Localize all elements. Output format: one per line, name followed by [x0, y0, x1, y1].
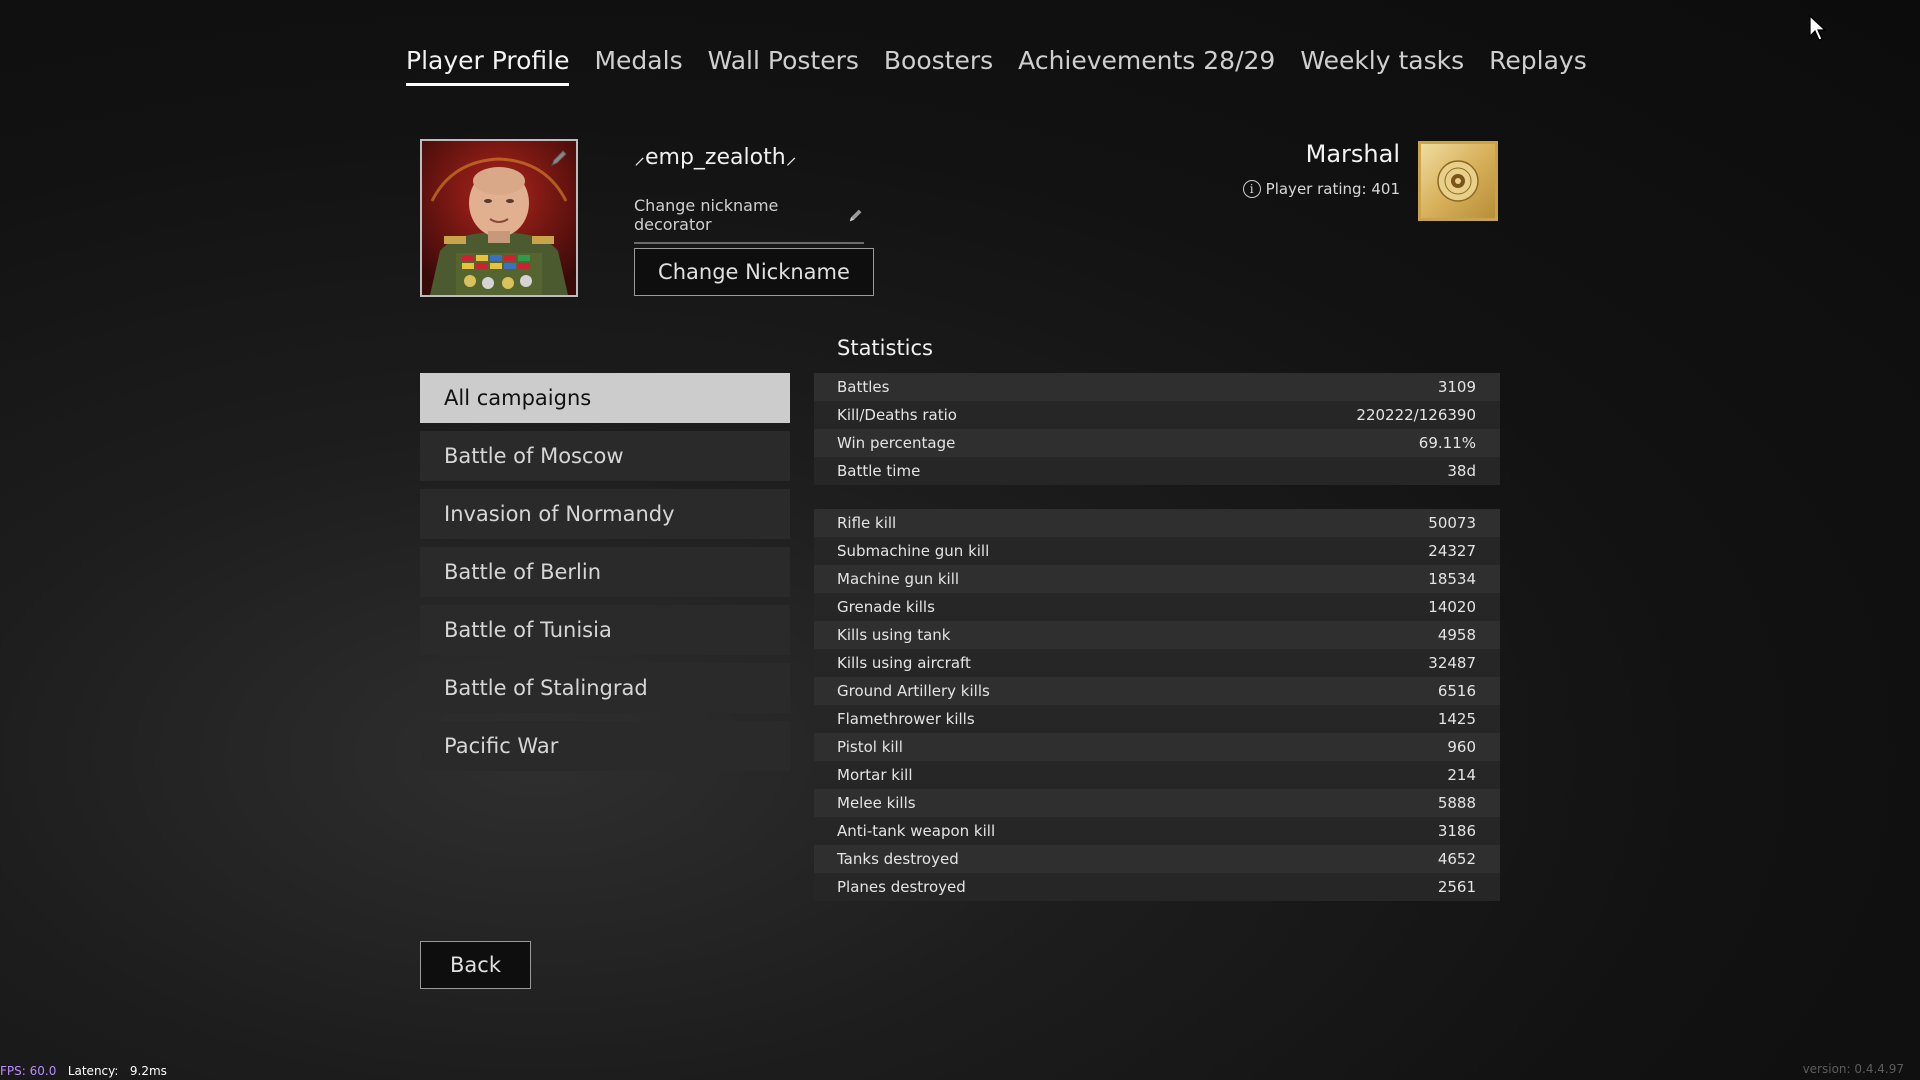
table-row: Anti-tank weapon kill 3186 [814, 817, 1500, 845]
table-row: Mortar kill 214 [814, 761, 1500, 789]
stat-value: 220222/126390 [1356, 406, 1476, 424]
stat-value: 18534 [1428, 570, 1476, 588]
stat-label: Battles [837, 378, 890, 396]
stat-label: Submachine gun kill [837, 542, 990, 560]
campaign-list: All campaigns Battle of Moscow Invasion … [420, 373, 790, 779]
tab-replays[interactable]: Replays [1489, 46, 1587, 86]
stat-value: 50073 [1428, 514, 1476, 532]
campaign-berlin[interactable]: Battle of Berlin [420, 547, 790, 597]
rank-title: Marshal [1305, 140, 1400, 168]
performance-overlay: FPS: 60.0 Latency: 9.2ms [0, 1064, 167, 1078]
stat-value: 24327 [1428, 542, 1476, 560]
stat-label: Planes destroyed [837, 878, 966, 896]
change-nickname-button[interactable]: Change Nickname [634, 248, 874, 296]
tab-player-profile[interactable]: Player Profile [406, 46, 570, 86]
table-row: Kills using aircraft 32487 [814, 649, 1500, 677]
stat-label: Melee kills [837, 794, 916, 812]
stat-label: Flamethrower kills [837, 710, 975, 728]
stat-label: Kill/Deaths ratio [837, 406, 957, 424]
stat-label: Pistol kill [837, 738, 903, 756]
change-nickname-decorator-link[interactable]: Change nickname decorator [634, 196, 864, 244]
info-icon[interactable]: i [1242, 180, 1261, 198]
tab-boosters[interactable]: Boosters [884, 46, 993, 86]
stat-label: Grenade kills [837, 598, 935, 616]
general-stats-table: Battles 3109 Kill/Deaths ratio 220222/1263… [814, 373, 1500, 485]
stat-value: 3186 [1437, 822, 1476, 840]
tab-weekly-tasks[interactable]: Weekly tasks [1300, 46, 1464, 86]
campaign-moscow[interactable]: Battle of Moscow [420, 431, 790, 481]
tab-medals[interactable]: Medals [594, 46, 682, 86]
stat-label: Kills using aircraft [837, 654, 971, 672]
stat-value: 2561 [1437, 878, 1476, 896]
kill-stats-table: Rifle kill 50073 Submachine gun kill 24327… [814, 509, 1500, 901]
player-nickname: ⸝emp_zealoth⸝ [634, 145, 797, 170]
tab-achievements[interactable]: Achievements 28/29 [1018, 46, 1275, 86]
stat-value: 69.11% [1418, 434, 1476, 452]
stat-value: 6516 [1437, 682, 1476, 700]
stat-value: 14020 [1428, 598, 1476, 616]
campaign-tunisia[interactable]: Battle of Tunisia [420, 605, 790, 655]
latency-value: 9.2ms [129, 1064, 167, 1078]
stat-value: 5888 [1437, 794, 1476, 812]
pencil-icon [849, 209, 862, 222]
stat-label: Mortar kill [837, 766, 913, 784]
campaign-pacific[interactable]: Pacific War [420, 721, 790, 771]
stat-label: Anti-tank weapon kill [837, 822, 996, 840]
stat-label: Kills using tank [837, 626, 951, 644]
campaign-all[interactable]: All campaigns [420, 373, 790, 423]
stat-value: 1425 [1437, 710, 1476, 728]
stat-value: 214 [1447, 766, 1476, 784]
table-row: Tanks destroyed 4652 [814, 845, 1500, 873]
stat-value: 3109 [1437, 378, 1476, 396]
table-row: Kills using tank 4958 [814, 621, 1500, 649]
stat-label: Ground Artillery kills [837, 682, 990, 700]
table-row: Battles 3109 [814, 373, 1500, 401]
stat-label: Battle time [837, 462, 921, 480]
table-row: Rifle kill 50073 [814, 509, 1500, 537]
table-row: Grenade kills 14020 [814, 593, 1500, 621]
table-row: Kill/Deaths ratio 220222/126390 [814, 401, 1500, 429]
stat-value: 4958 [1437, 626, 1476, 644]
stat-value: 960 [1447, 738, 1476, 756]
player-rating: i Player rating: 401 [1242, 180, 1400, 198]
back-button[interactable]: Back [420, 941, 531, 989]
avatar[interactable] [420, 139, 578, 297]
rank-insignia-icon [1418, 141, 1498, 221]
tab-wall-posters[interactable]: Wall Posters [708, 46, 859, 86]
stat-value: 32487 [1428, 654, 1476, 672]
table-row: Planes destroyed 2561 [814, 873, 1500, 901]
stat-label: Rifle kill [837, 514, 897, 532]
campaign-normandy[interactable]: Invasion of Normandy [420, 489, 790, 539]
stat-label: Tanks destroyed [837, 850, 959, 868]
campaign-stalingrad[interactable]: Battle of Stalingrad [420, 663, 790, 713]
version-label: version: 0.4.4.97 [1802, 1062, 1904, 1076]
latency-label: Latency: [67, 1064, 119, 1078]
profile-tabs: Player Profile Medals Wall Posters Boost… [406, 46, 1612, 86]
fps-value: 60.0 [29, 1064, 57, 1078]
table-row: Battle time 38d [814, 457, 1500, 485]
decorator-label: Change nickname decorator [634, 196, 779, 234]
stat-value: 38d [1447, 462, 1476, 480]
stat-value: 4652 [1437, 850, 1476, 868]
table-row: Flamethrower kills 1425 [814, 705, 1500, 733]
table-row: Submachine gun kill 24327 [814, 537, 1500, 565]
pencil-icon[interactable] [548, 147, 570, 169]
statistics-title: Statistics [837, 336, 933, 360]
table-row: Win percentage 69.11% [814, 429, 1500, 457]
table-row: Pistol kill 960 [814, 733, 1500, 761]
stat-label: Win percentage [837, 434, 956, 452]
mouse-cursor-icon [1809, 14, 1827, 41]
player-rating-label: Player rating: 401 [1265, 180, 1400, 198]
stat-label: Machine gun kill [837, 570, 960, 588]
table-row: Melee kills 5888 [814, 789, 1500, 817]
fps-label: FPS: [0, 1064, 26, 1078]
table-row: Machine gun kill 18534 [814, 565, 1500, 593]
table-row: Ground Artillery kills 6516 [814, 677, 1500, 705]
